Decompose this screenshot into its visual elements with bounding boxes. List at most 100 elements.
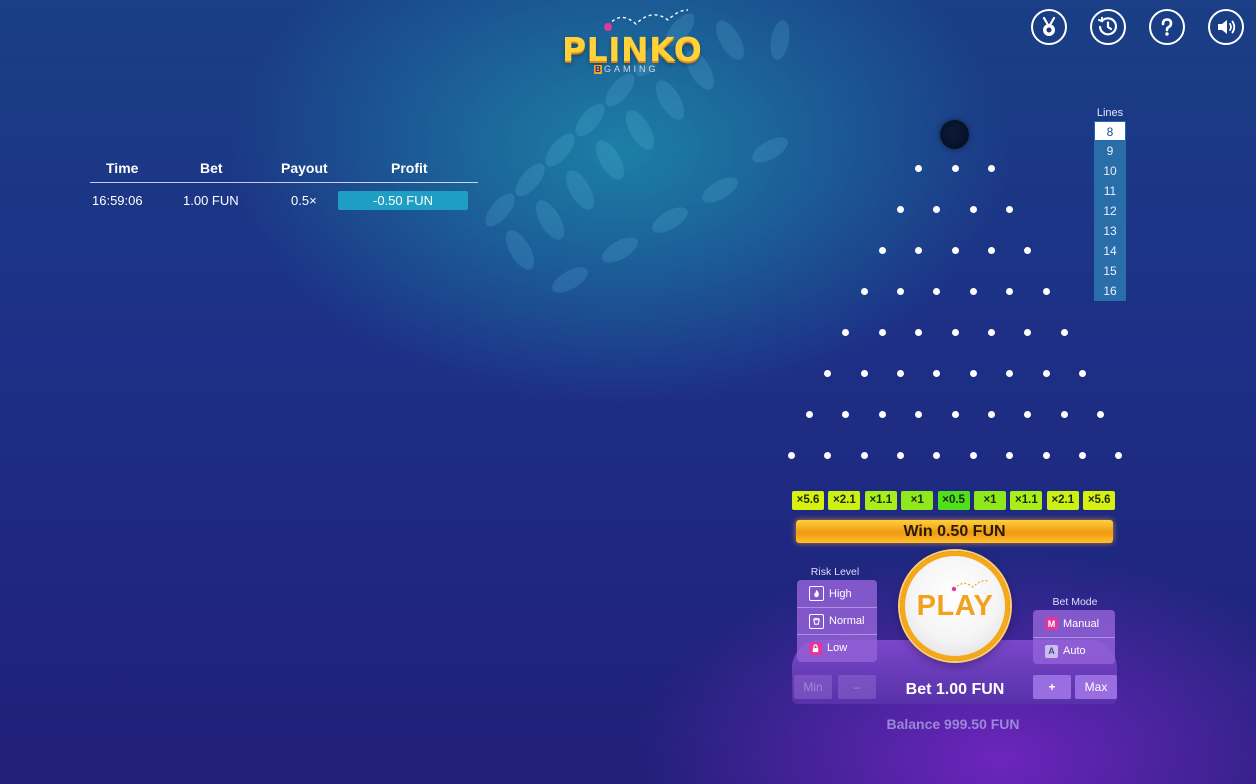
row-profit: -0.50 FUN	[338, 191, 468, 210]
header-time: Time	[106, 160, 139, 176]
peg	[951, 246, 959, 254]
bet-plus-button[interactable]: +	[1033, 675, 1071, 699]
manual-badge-icon: M	[1045, 617, 1058, 630]
row-time: 16:59:06	[92, 193, 143, 208]
history-header: Time Bet Payout Profit	[90, 158, 478, 183]
peg	[1024, 246, 1032, 254]
history-button[interactable]	[1090, 9, 1126, 45]
risk-option-high[interactable]: High	[797, 580, 877, 607]
multiplier-slot: ×5.6	[1083, 491, 1116, 510]
play-button[interactable]: PLAY	[900, 551, 1010, 661]
lines-option-15[interactable]: 15	[1094, 261, 1126, 281]
lines-list: 8 9 10 11 12 13 14 15 16	[1094, 121, 1126, 301]
history-icon	[1098, 16, 1118, 36]
peg	[896, 205, 904, 213]
peg	[951, 328, 959, 336]
bet-min-button[interactable]: Min	[794, 675, 832, 699]
peg	[1042, 369, 1050, 377]
logo-gaming-text: GAMING	[604, 64, 659, 74]
plinko-ball	[940, 120, 969, 149]
peg	[1042, 451, 1050, 459]
multiplier-slot: ×1.1	[864, 491, 897, 510]
peg	[915, 246, 923, 254]
bet-minus-button[interactable]: –	[838, 675, 876, 699]
peg	[878, 328, 886, 336]
peg	[896, 369, 904, 377]
peg	[896, 451, 904, 459]
peg	[969, 287, 977, 295]
peg	[824, 451, 832, 459]
cup-icon	[809, 613, 824, 629]
peg	[915, 410, 923, 418]
lines-option-8[interactable]: 8	[1094, 121, 1126, 141]
plinko-logo: PLINKO B GAMING	[556, 8, 706, 78]
peg	[860, 451, 868, 459]
bet-history-table: Time Bet Payout Profit 16:59:06 1.00 FUN…	[90, 158, 478, 213]
risk-option-normal[interactable]: Normal	[797, 607, 877, 634]
table-row: 16:59:06 1.00 FUN 0.5× -0.50 FUN	[90, 183, 478, 213]
row-payout: 0.5×	[291, 193, 317, 208]
peg	[1024, 410, 1032, 418]
peg	[1042, 287, 1050, 295]
peg	[1006, 369, 1014, 377]
bet-mode-label: Bet Mode	[1052, 596, 1098, 608]
help-icon	[1161, 18, 1173, 36]
peg	[878, 246, 886, 254]
row-bet: 1.00 FUN	[183, 193, 239, 208]
header-payout: Payout	[281, 160, 328, 176]
peg	[987, 328, 995, 336]
peg	[842, 328, 850, 336]
risk-level-label: Risk Level	[810, 566, 860, 578]
logo-b-badge: B	[594, 65, 602, 74]
peg	[824, 369, 832, 377]
multiplier-slot: ×2.1	[828, 491, 861, 510]
bet-max-button[interactable]: Max	[1075, 675, 1117, 699]
lines-label: Lines	[1096, 107, 1124, 119]
peg	[951, 164, 959, 172]
bet-amount: Bet 1.00 FUN	[905, 681, 1005, 698]
win-banner: Win 0.50 FUN	[796, 520, 1113, 543]
lines-option-9[interactable]: 9	[1094, 141, 1126, 161]
peg	[933, 205, 941, 213]
peg	[933, 369, 941, 377]
help-button[interactable]	[1149, 9, 1185, 45]
multiplier-slot: ×5.6	[792, 491, 824, 510]
ball-trajectory-icon	[604, 9, 689, 31]
lines-option-11[interactable]: 11	[1094, 181, 1126, 201]
peg	[860, 287, 868, 295]
bet-mode-auto[interactable]: A Auto	[1033, 637, 1115, 664]
peg	[933, 287, 941, 295]
multiplier-slot: ×0.5	[937, 491, 970, 510]
peg	[787, 451, 795, 459]
risk-option-low[interactable]: Low	[797, 634, 877, 661]
bet-mode-option-label: Manual	[1063, 617, 1100, 630]
lines-option-16[interactable]: 16	[1094, 281, 1126, 301]
multiplier-slot: ×1	[974, 491, 1006, 510]
peg	[969, 369, 977, 377]
balance-text: Balance 999.50 FUN	[886, 716, 1020, 732]
lines-option-13[interactable]: 13	[1094, 221, 1126, 241]
lines-option-12[interactable]: 12	[1094, 201, 1126, 221]
peg	[933, 451, 941, 459]
header-bet: Bet	[200, 160, 223, 176]
multiplier-slot: ×2.1	[1046, 491, 1079, 510]
bet-mode-option-label: Auto	[1063, 645, 1086, 657]
bet-mode-group: M Manual A Auto	[1033, 610, 1115, 664]
peg	[878, 410, 886, 418]
bet-mode-manual[interactable]: M Manual	[1033, 610, 1115, 637]
flame-icon	[809, 586, 824, 601]
peg	[1115, 451, 1123, 459]
lock-icon	[809, 641, 822, 655]
peg	[1078, 451, 1086, 459]
medal-button[interactable]	[1031, 9, 1067, 45]
lines-option-10[interactable]: 10	[1094, 161, 1126, 181]
peg	[915, 328, 923, 336]
peg	[860, 369, 868, 377]
multiplier-row: ×5.6 ×2.1 ×1.1 ×1 ×0.5 ×1 ×1.1 ×2.1 ×5.6	[792, 491, 1116, 511]
lines-option-14[interactable]: 14	[1094, 241, 1126, 261]
sound-button[interactable]	[1208, 9, 1244, 45]
trajectory-icon	[951, 580, 990, 592]
sound-icon	[1218, 20, 1236, 34]
peg	[1006, 205, 1014, 213]
multiplier-slot: ×1	[901, 491, 934, 510]
